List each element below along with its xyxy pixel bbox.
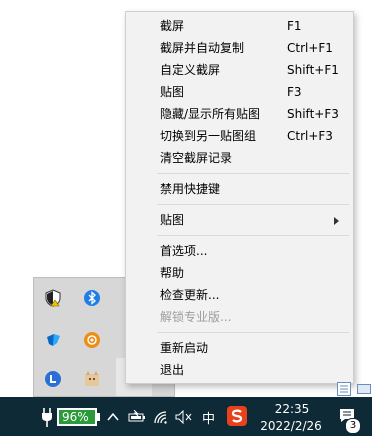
app-l-icon[interactable]	[44, 370, 62, 388]
menu-item-screenshot[interactable]: 截屏 F1	[126, 15, 353, 37]
menu-item-exit[interactable]: 退出	[126, 359, 353, 381]
wifi-icon[interactable]	[153, 409, 169, 428]
menu-item-disable-hotkeys[interactable]: 禁用快捷键	[126, 178, 353, 200]
menu-item-screenshot-copy[interactable]: 截屏并自动复制 Ctrl+F1	[126, 37, 353, 59]
submenu-arrow-icon	[334, 217, 339, 225]
app-orange-icon[interactable]	[83, 331, 101, 349]
battery-indicator[interactable]: 96%	[57, 408, 97, 426]
menu-item-check-updates[interactable]: 检查更新...	[126, 284, 353, 306]
power-plug-icon[interactable]	[40, 407, 54, 431]
menu-separator	[157, 173, 349, 174]
menu-item-toggle-pastes[interactable]: 隐藏/显示所有贴图 Shift+F3	[126, 103, 353, 125]
menu-item-help[interactable]: 帮助	[126, 262, 353, 284]
ime-indicator[interactable]: 中	[202, 408, 215, 427]
menu-item-restart[interactable]: 重新启动	[126, 337, 353, 359]
cat-app-icon[interactable]	[83, 370, 101, 388]
menu-item-preferences[interactable]: 首选项...	[126, 240, 353, 262]
menu-item-paste-submenu[interactable]: 贴图	[126, 209, 353, 231]
menu-item-paste[interactable]: 贴图 F3	[126, 81, 353, 103]
notification-badge: 3	[345, 418, 361, 434]
volume-muted-icon[interactable]	[175, 409, 193, 428]
menu-item-unlock-pro: 解锁专业版...	[160, 310, 232, 324]
desktop-thumbnail-icon[interactable]	[357, 381, 371, 395]
menu-separator	[157, 204, 349, 205]
bluetooth-icon[interactable]	[83, 289, 101, 307]
chevron-up-icon[interactable]	[106, 409, 120, 428]
menu-separator	[157, 235, 349, 236]
clock-time[interactable]: 22:35	[272, 402, 312, 416]
sogou-ime-icon[interactable]	[227, 406, 247, 426]
app-blue-icon[interactable]	[44, 331, 62, 349]
menu-item-clear-history[interactable]: 清空截屏记录	[126, 147, 353, 169]
menu-separator	[157, 332, 349, 333]
battery-tip	[97, 413, 100, 421]
context-menu: 截屏 F1 截屏并自动复制 Ctrl+F1 自定义截屏 Shift+F1 贴图 …	[125, 11, 354, 384]
snipaste-grid-icon[interactable]	[337, 381, 351, 396]
battery-charging-icon[interactable]	[128, 409, 146, 428]
menu-item-switch-group[interactable]: 切换到另一贴图组 Ctrl+F3	[126, 125, 353, 147]
clock-date[interactable]: 2022/2/26	[258, 419, 324, 433]
shield-warning-icon[interactable]	[44, 289, 62, 307]
taskbar: 96% 中 22:35 2022/2/26 3	[0, 397, 372, 436]
menu-item-custom-screenshot[interactable]: 自定义截屏 Shift+F1	[126, 59, 353, 81]
